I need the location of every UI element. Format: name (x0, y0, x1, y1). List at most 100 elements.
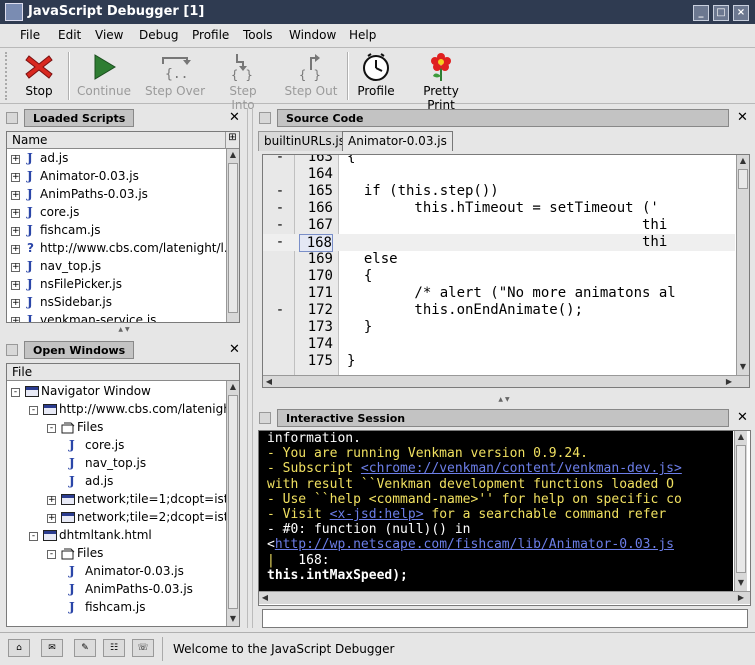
scroll-left-icon[interactable]: ◀ (263, 376, 275, 387)
menu-help[interactable]: Help (349, 28, 376, 42)
source-line[interactable]: 169 else (263, 251, 735, 268)
source-line[interactable]: 170 { (263, 268, 735, 285)
expand-icon[interactable]: + (11, 155, 20, 164)
window-tree-row[interactable]: Jfishcam.js (7, 599, 225, 617)
collapse-icon[interactable]: - (11, 388, 20, 397)
loaded-scripts-scrollbar[interactable]: ▲ (226, 149, 239, 322)
breakpoint-marker[interactable]: - (275, 234, 285, 250)
console-link[interactable]: <x-jsd:help> (330, 507, 424, 522)
minimize-icon[interactable]: _ (693, 5, 709, 21)
source-line-current[interactable]: -168 thi (263, 234, 735, 252)
menu-profile[interactable]: Profile (192, 28, 229, 42)
window-tree-row[interactable]: - dhtmltank.html (7, 527, 225, 545)
window-tree-row[interactable]: - Files (7, 419, 225, 437)
column-picker-icon[interactable]: ⊞ (225, 132, 239, 149)
window-tree-row[interactable]: J Animator-0.03.js (7, 563, 225, 581)
window-tree-row[interactable]: J AnimPaths-0.03.js (7, 581, 225, 599)
scroll-up-icon[interactable]: ▲ (735, 431, 747, 443)
profile-button[interactable]: Profile (355, 52, 397, 98)
source-line[interactable]: 173 } (263, 319, 735, 336)
composer-icon[interactable]: ✎ (74, 639, 96, 657)
script-row[interactable]: + Jad.js (7, 150, 225, 168)
open-windows-scrollbar[interactable]: ▲ ▼ (226, 381, 239, 626)
collapse-icon[interactable]: - (47, 424, 56, 433)
session-input[interactable] (262, 609, 748, 628)
scroll-right-icon[interactable]: ▶ (735, 592, 747, 604)
window-tree-row[interactable]: + network;tile=1;dcopt=ist;... (7, 491, 239, 509)
menu-file[interactable]: File (20, 28, 40, 42)
script-row[interactable]: + Jnav_top.js (7, 258, 225, 276)
source-line[interactable]: - 165 if (this.step()) (263, 183, 735, 200)
menu-view[interactable]: View (95, 28, 123, 42)
column-header-name[interactable]: Name (7, 132, 225, 149)
script-row[interactable]: + JnsSidebar.js (7, 294, 225, 312)
scroll-down-icon[interactable]: ▼ (227, 613, 239, 625)
scroll-thumb[interactable] (736, 445, 746, 573)
panel-grip-icon[interactable] (6, 112, 18, 124)
expand-icon[interactable]: + (11, 263, 20, 272)
vertical-splitter[interactable] (247, 108, 253, 628)
window-tree-row[interactable]: - Navigator Window (7, 383, 225, 401)
breakpoint-marker[interactable]: - (275, 217, 285, 233)
scroll-up-icon[interactable]: ▲ (227, 149, 239, 161)
window-tree-row[interactable]: Jnav_top.js (7, 455, 225, 473)
source-hscrollbar[interactable]: ◀ ▶ (263, 375, 749, 387)
tab-builtinurls[interactable]: builtinURLs.js (258, 131, 351, 151)
scroll-left-icon[interactable]: ◀ (259, 592, 271, 604)
console-link[interactable]: http://wp.netscape.com/fishcam/lib/Anima… (275, 537, 674, 552)
menu-window[interactable]: Window (289, 28, 336, 42)
scroll-up-icon[interactable]: ▲ (227, 381, 239, 393)
window-tree-row[interactable]: - Files (7, 545, 225, 563)
expand-icon[interactable]: + (11, 317, 20, 322)
close-panel-icon[interactable]: ✕ (229, 110, 240, 125)
breakpoint-marker[interactable]: - (275, 302, 285, 318)
chatzilla-icon[interactable]: ☏ (132, 639, 154, 657)
scroll-thumb[interactable] (228, 163, 238, 313)
window-menu-icon[interactable] (5, 3, 23, 21)
breakpoint-marker[interactable]: - (275, 155, 285, 165)
splitter[interactable]: ▲ ▼ (256, 396, 752, 403)
step-into-button[interactable]: { } Step Into (216, 52, 270, 112)
source-line[interactable]: - 172 this.onEndAnimate(); (263, 302, 735, 319)
scroll-thumb[interactable] (738, 169, 748, 189)
source-line[interactable]: - 166 this.hTimeout = setTimeout (' (263, 200, 735, 217)
expand-icon[interactable]: + (47, 514, 56, 523)
tab-animator[interactable]: Animator-0.03.js (342, 131, 453, 151)
expand-icon[interactable]: + (11, 245, 20, 254)
scroll-up-icon[interactable]: ▲ (737, 155, 749, 167)
close-window-icon[interactable]: × (733, 5, 749, 21)
mail-icon[interactable]: ✉ (41, 639, 63, 657)
toolbar-grip[interactable] (5, 52, 11, 100)
addressbook-icon[interactable]: ☷ (103, 639, 125, 657)
expand-icon[interactable]: + (47, 496, 56, 505)
window-tree-row[interactable]: Jad.js (7, 473, 225, 491)
breakpoint-marker[interactable]: - (275, 183, 285, 199)
column-header-file[interactable]: File (7, 364, 239, 381)
close-panel-icon[interactable]: ✕ (737, 110, 748, 125)
source-line[interactable]: 175} (263, 353, 735, 370)
close-panel-icon[interactable]: ✕ (229, 342, 240, 357)
console-link[interactable]: <chrome://venkman/content/venkman-dev.js… (361, 461, 682, 476)
source-line[interactable]: - 163 { (263, 155, 735, 166)
collapse-icon[interactable]: - (29, 532, 38, 541)
step-over-button[interactable]: {...} Step Over (143, 52, 207, 98)
expand-icon[interactable]: + (11, 281, 20, 290)
menu-tools[interactable]: Tools (243, 28, 273, 42)
source-line[interactable]: - 167 thi (263, 217, 735, 234)
window-tree-row[interactable]: + network;tile=2;dcopt=ist;... (7, 509, 239, 527)
expand-icon[interactable]: + (11, 191, 20, 200)
panel-grip-icon[interactable] (259, 112, 271, 124)
panel-grip-icon[interactable] (6, 344, 18, 356)
scroll-right-icon[interactable]: ▶ (723, 376, 735, 387)
collapse-icon[interactable]: - (29, 406, 38, 415)
panel-grip-icon[interactable] (259, 412, 271, 424)
window-tree-row[interactable]: - http://www.cbs.com/latenigh... (7, 401, 239, 419)
expand-icon[interactable]: + (11, 299, 20, 308)
scroll-thumb[interactable] (228, 395, 238, 609)
menu-debug[interactable]: Debug (139, 28, 178, 42)
collapse-icon[interactable]: - (47, 550, 56, 559)
source-scrollbar[interactable]: ▲ ▼ (736, 155, 749, 375)
splitter[interactable]: ▲ ▼ (3, 326, 245, 333)
window-tree-row[interactable]: Jcore.js (7, 437, 225, 455)
menu-edit[interactable]: Edit (58, 28, 81, 42)
